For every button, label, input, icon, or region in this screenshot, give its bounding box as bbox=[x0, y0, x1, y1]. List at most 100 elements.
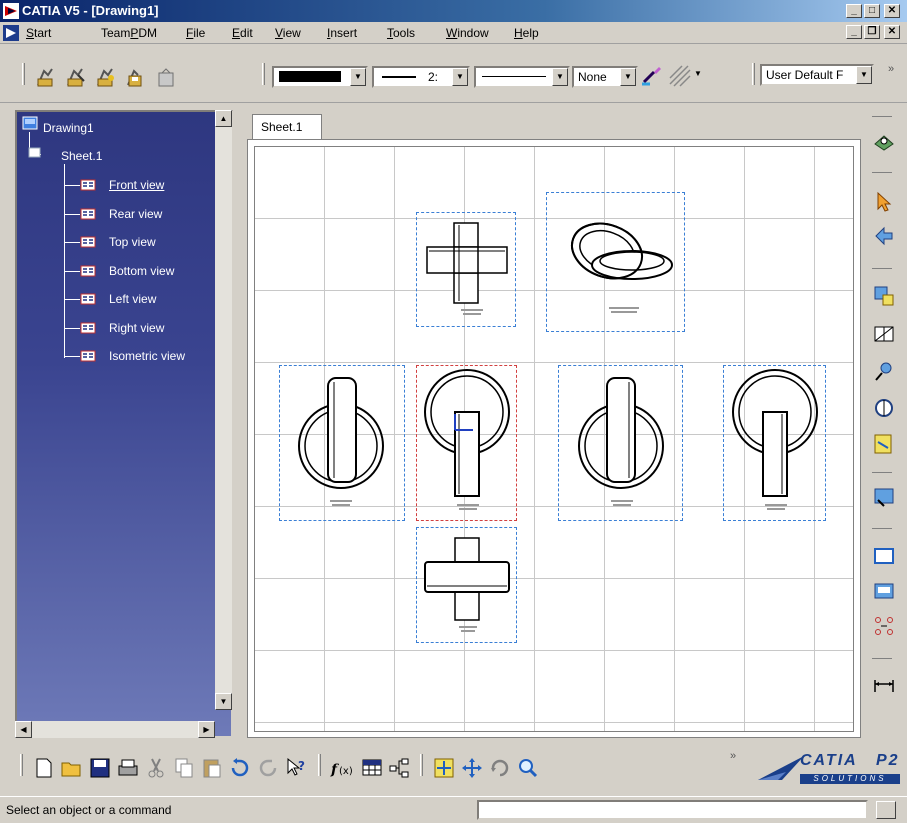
status-message: Select an object or a command bbox=[6, 803, 172, 817]
scroll-down-button[interactable]: ▼ bbox=[215, 693, 232, 710]
teampdm-checkin-icon[interactable] bbox=[34, 65, 58, 89]
specification-tree[interactable]: Drawing1 Sheet.1 Front view Rear view Top … bbox=[15, 110, 233, 738]
pattern-select[interactable]: None ▼ bbox=[572, 66, 638, 88]
toolbar-overflow-icon[interactable]: » bbox=[888, 63, 894, 75]
teampdm-save-icon[interactable] bbox=[124, 65, 148, 89]
logo-tag: P2 bbox=[876, 752, 900, 769]
tree-connector bbox=[64, 299, 80, 300]
view-icon bbox=[80, 265, 96, 276]
teampdm-properties-icon[interactable] bbox=[154, 65, 178, 89]
table-icon[interactable] bbox=[360, 756, 384, 780]
tree-horizontal-scrollbar[interactable]: ◀ ▶ bbox=[15, 721, 215, 738]
scroll-right-button[interactable]: ▶ bbox=[198, 721, 215, 738]
menu-help[interactable]: Help bbox=[514, 26, 539, 40]
hatch-dropdown-icon[interactable]: ▼ bbox=[694, 69, 702, 78]
doc-minimize-button[interactable]: _ bbox=[846, 25, 862, 39]
broken-view-icon[interactable] bbox=[872, 432, 896, 456]
scroll-up-button[interactable]: ▲ bbox=[215, 110, 232, 127]
menu-file[interactable]: File bbox=[186, 26, 205, 40]
detail-view-icon[interactable] bbox=[872, 360, 896, 384]
power-input-field[interactable] bbox=[477, 800, 868, 820]
save-icon[interactable] bbox=[88, 756, 112, 780]
right-toolbar bbox=[866, 110, 904, 750]
formula-icon[interactable]: f (x) bbox=[330, 756, 354, 780]
hatch-pattern-icon[interactable] bbox=[668, 64, 692, 88]
drawing-viewport[interactable] bbox=[247, 139, 861, 738]
sheet-analysis-icon[interactable] bbox=[872, 130, 896, 154]
swap-arrow-icon[interactable] bbox=[872, 224, 896, 248]
redo-icon[interactable] bbox=[256, 756, 280, 780]
tree-view-label: Bottom view bbox=[109, 263, 175, 278]
scroll-left-button[interactable]: ◀ bbox=[15, 721, 32, 738]
linetype-select[interactable]: ▼ bbox=[474, 66, 570, 88]
open-folder-icon[interactable] bbox=[60, 756, 84, 780]
copy-icon[interactable] bbox=[172, 756, 196, 780]
print-icon[interactable] bbox=[116, 756, 140, 780]
doc-close-button[interactable]: ✕ bbox=[884, 25, 900, 39]
catia-app-icon[interactable] bbox=[3, 3, 19, 19]
power-input-button[interactable] bbox=[876, 801, 896, 819]
bottom-toolbar-overflow-icon[interactable]: » bbox=[730, 750, 736, 762]
menu-view[interactable]: View bbox=[275, 26, 301, 40]
doc-restore-button[interactable]: ❐ bbox=[864, 25, 880, 39]
menu-window[interactable]: Window bbox=[446, 26, 489, 40]
close-button[interactable]: ✕ bbox=[884, 4, 900, 18]
style-select[interactable]: User Default F ▼ bbox=[760, 64, 874, 86]
rectangle-icon[interactable] bbox=[872, 544, 896, 568]
select-arrow-icon[interactable] bbox=[872, 190, 896, 214]
menu-insert[interactable]: Insert bbox=[327, 26, 357, 40]
dimension-points-icon[interactable] bbox=[872, 614, 896, 638]
top-toolbar: ▼ 2: ▼ ▼ None ▼ ▼ User Default F ▼ » bbox=[0, 45, 907, 103]
toolbar-grip[interactable] bbox=[262, 63, 265, 85]
left-view-frame[interactable] bbox=[558, 365, 683, 521]
new-view-icon[interactable] bbox=[872, 284, 896, 308]
fit-all-icon[interactable] bbox=[432, 756, 456, 780]
rotate-icon[interactable] bbox=[488, 756, 512, 780]
toolbar-separator bbox=[872, 116, 892, 117]
line-thickness-value: 2: bbox=[428, 70, 439, 84]
teampdm-checkout-icon[interactable] bbox=[64, 65, 88, 89]
cut-icon[interactable] bbox=[144, 756, 168, 780]
right-view-frame[interactable] bbox=[279, 365, 405, 521]
logo-brand: CATIA bbox=[800, 752, 858, 769]
menu-tools[interactable]: Tools bbox=[387, 26, 415, 40]
toolbar-grip[interactable] bbox=[318, 754, 321, 776]
toolbar-separator bbox=[872, 658, 892, 659]
menu-edit[interactable]: Edit bbox=[232, 26, 253, 40]
hierarchy-icon[interactable] bbox=[388, 756, 412, 780]
zoom-icon[interactable] bbox=[516, 756, 540, 780]
teampdm-update-icon[interactable] bbox=[94, 65, 118, 89]
document-menu-icon[interactable] bbox=[3, 25, 19, 41]
front-view-frame[interactable] bbox=[416, 365, 517, 521]
pan-icon[interactable] bbox=[460, 756, 484, 780]
minimize-button[interactable]: _ bbox=[846, 4, 862, 18]
isometric-view-frame[interactable] bbox=[546, 192, 685, 332]
section-view-icon[interactable] bbox=[872, 322, 896, 346]
line-thickness-select[interactable]: 2: ▼ bbox=[372, 66, 470, 88]
toolbar-grip[interactable] bbox=[20, 754, 23, 776]
frame-title-block-icon[interactable] bbox=[872, 580, 896, 604]
dimension-icon[interactable] bbox=[872, 672, 896, 696]
top-view-frame[interactable] bbox=[416, 212, 516, 327]
clipping-view-icon[interactable] bbox=[872, 396, 896, 420]
menu-teampdm[interactable]: TeamPDM bbox=[101, 26, 157, 40]
tab-sheet-1[interactable]: Sheet.1 bbox=[252, 114, 322, 139]
undo-icon[interactable] bbox=[228, 756, 252, 780]
wizard-view-icon[interactable] bbox=[872, 486, 896, 510]
toolbar-grip[interactable] bbox=[752, 63, 755, 85]
toolbar-grip[interactable] bbox=[22, 63, 25, 85]
toolbar-grip[interactable] bbox=[420, 754, 423, 776]
line-color-select[interactable]: ▼ bbox=[272, 66, 368, 88]
maximize-button[interactable]: □ bbox=[864, 4, 880, 18]
drawing-sheet[interactable] bbox=[254, 146, 854, 732]
tree-vertical-scrollbar[interactable]: ▲ ▼ bbox=[215, 110, 232, 710]
menu-start[interactable]: Start bbox=[26, 26, 51, 40]
top-view-geometry bbox=[426, 222, 508, 315]
paste-icon[interactable] bbox=[200, 756, 224, 780]
title-bar[interactable]: CATIA V5 - [Drawing1] _ □ ✕ bbox=[0, 0, 907, 22]
rear-view-frame[interactable] bbox=[723, 365, 826, 521]
bottom-view-frame[interactable] bbox=[416, 527, 517, 643]
new-file-icon[interactable] bbox=[32, 756, 56, 780]
whats-this-icon[interactable]: ? bbox=[284, 756, 308, 780]
painter-icon[interactable] bbox=[640, 64, 664, 88]
